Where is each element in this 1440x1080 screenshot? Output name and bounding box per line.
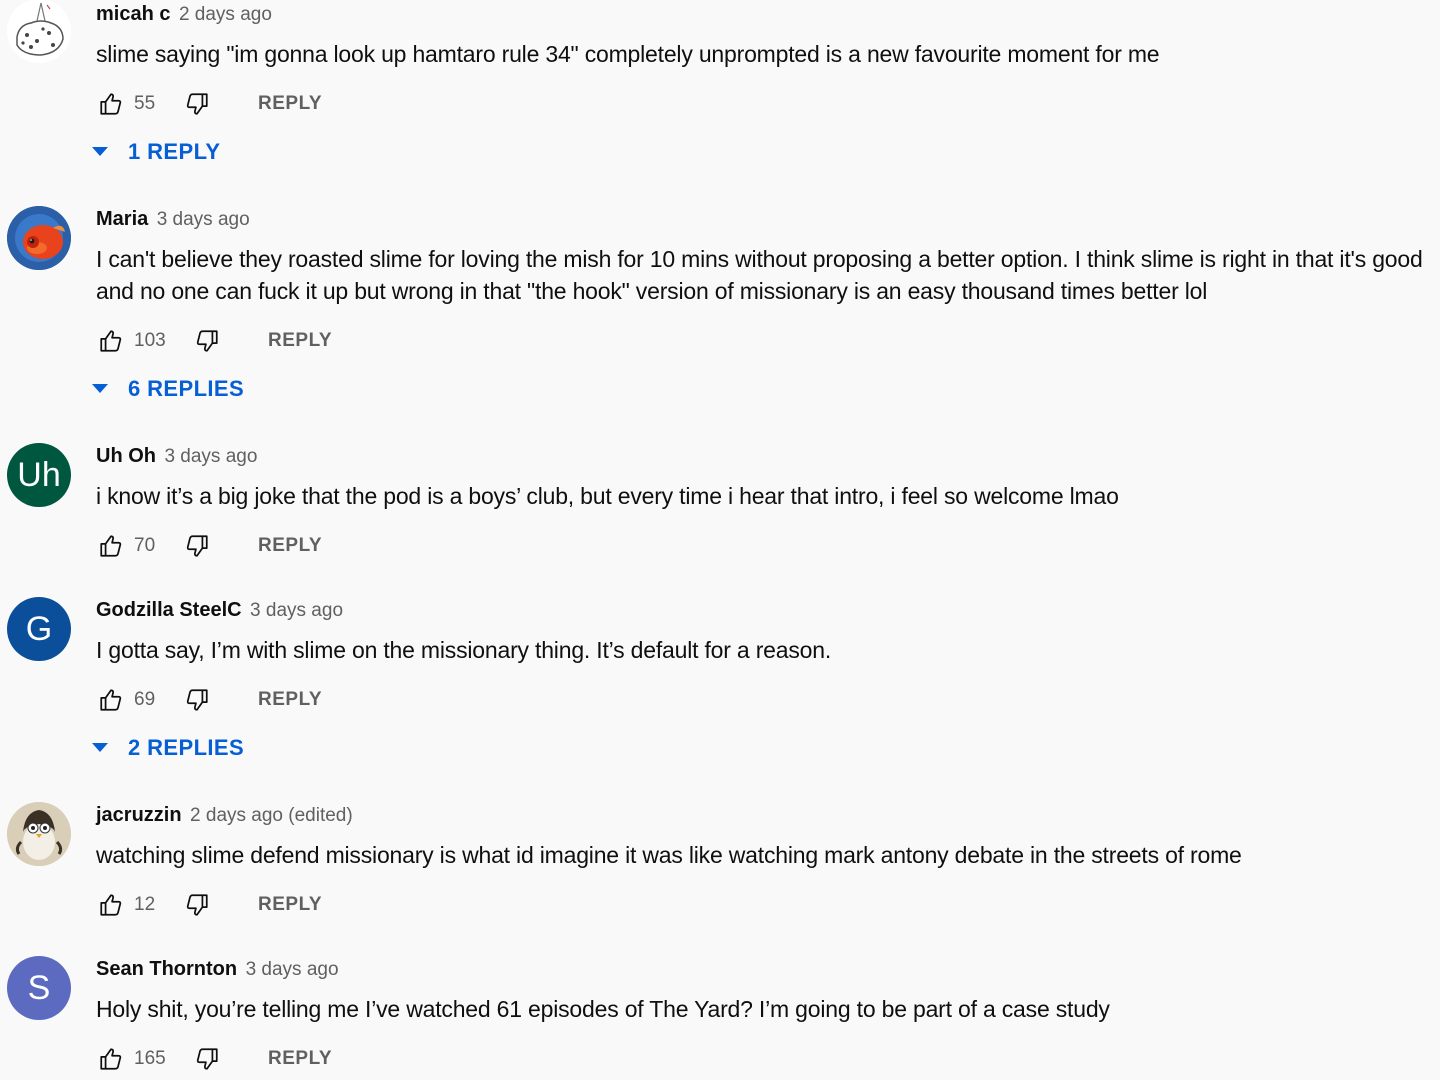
dislike-button[interactable] — [182, 89, 212, 119]
reply-button[interactable]: REPLY — [258, 894, 322, 916]
author-name[interactable]: Uh Oh — [96, 445, 156, 467]
thumbs-down-icon — [186, 535, 208, 557]
author-name[interactable]: micah c — [96, 3, 170, 25]
avatar[interactable]: S — [7, 956, 71, 1020]
view-replies-button[interactable]: 1 REPLY — [92, 134, 1436, 170]
author-name[interactable]: jacruzzin — [96, 804, 182, 826]
view-replies-button[interactable]: 2 REPLIES — [92, 730, 1436, 766]
thumbs-up-icon — [100, 330, 122, 352]
comment-header: micah c 2 days ago — [96, 1, 1436, 27]
comment-body: Maria 3 days ago I can't believe they ro… — [92, 206, 1436, 407]
comments-section: micah c 2 days ago slime saying "im gonn… — [0, 0, 1440, 1080]
timestamp[interactable]: 2 days ago (edited) — [190, 805, 353, 826]
thumbs-up-icon — [100, 535, 122, 557]
timestamp[interactable]: 3 days ago — [164, 446, 257, 467]
penguin-photo-icon — [7, 802, 71, 866]
reply-button[interactable]: REPLY — [258, 535, 322, 557]
like-count: 70 — [134, 535, 156, 556]
comment-body: Godzilla SteelC 3 days ago I gotta say, … — [92, 597, 1436, 766]
avatar[interactable] — [7, 802, 71, 866]
comment-header: jacruzzin 2 days ago (edited) — [96, 802, 1436, 828]
comment-text: I can't believe they roasted slime for l… — [96, 246, 1423, 304]
comment-text: Holy shit, you’re telling me I’ve watche… — [96, 996, 1110, 1022]
comment-header: Sean Thornton 3 days ago — [96, 956, 1436, 982]
like-button[interactable] — [96, 890, 126, 920]
timestamp[interactable]: 3 days ago — [157, 209, 250, 230]
comment-header: Godzilla SteelC 3 days ago — [96, 597, 1436, 623]
reply-button[interactable]: REPLY — [258, 93, 322, 115]
author-name[interactable]: Godzilla SteelC — [96, 599, 242, 621]
like-count: 103 — [134, 330, 166, 351]
goldfish-photo-icon — [7, 206, 71, 270]
avatar[interactable]: Uh — [7, 443, 71, 507]
reply-button[interactable]: REPLY — [268, 1048, 332, 1070]
like-button[interactable] — [96, 1044, 126, 1074]
comment-actions: 165 REPLY — [96, 1041, 1436, 1077]
caret-down-icon — [92, 743, 110, 753]
avatar[interactable]: G — [7, 597, 71, 661]
replies-count-label: 2 REPLIES — [128, 735, 245, 760]
like-button[interactable] — [96, 531, 126, 561]
avatar-initials: S — [27, 968, 51, 1007]
thumbs-up-icon — [100, 1048, 122, 1070]
caret-down-icon — [92, 147, 110, 157]
comment-body: micah c 2 days ago slime saying "im gonn… — [92, 1, 1436, 170]
timestamp[interactable]: 3 days ago — [250, 600, 343, 621]
timestamp[interactable]: 3 days ago — [246, 959, 339, 980]
replies-count-label: 1 REPLY — [128, 139, 221, 164]
thumbs-down-icon — [186, 689, 208, 711]
dislike-button[interactable] — [192, 326, 222, 356]
like-count: 55 — [134, 93, 156, 114]
comment-actions: 70 REPLY — [96, 528, 1436, 564]
like-button[interactable] — [96, 89, 126, 119]
comment-actions: 12 REPLY — [96, 887, 1436, 923]
like-button[interactable] — [96, 326, 126, 356]
dislike-button[interactable] — [192, 1044, 222, 1074]
thumbs-up-icon — [100, 93, 122, 115]
thumbs-up-icon — [100, 894, 122, 916]
cake-drawing-icon — [7, 0, 71, 63]
like-count: 69 — [134, 689, 156, 710]
reply-button[interactable]: REPLY — [258, 689, 322, 711]
avatar-initials: Uh — [17, 455, 61, 494]
timestamp[interactable]: 2 days ago — [179, 4, 272, 25]
view-replies-button[interactable]: 6 REPLIES — [92, 371, 1436, 407]
comment-body: jacruzzin 2 days ago (edited) watching s… — [96, 802, 1436, 923]
thumbs-down-icon — [186, 93, 208, 115]
comment-actions: 103 REPLY — [96, 323, 1436, 359]
thumbs-down-icon — [186, 894, 208, 916]
comment-body: Sean Thornton 3 days ago Holy shit, you’… — [96, 956, 1436, 1077]
avatar-initials: G — [25, 609, 53, 648]
thumbs-down-icon — [196, 1048, 218, 1070]
comment-header: Uh Oh 3 days ago — [96, 443, 1436, 469]
author-name[interactable]: Sean Thornton — [96, 958, 237, 980]
caret-down-icon — [92, 384, 110, 394]
comment-actions: 55 REPLY — [96, 86, 1436, 122]
comment-text: slime saying "im gonna look up hamtaro r… — [96, 41, 1160, 67]
comment-body: Uh Oh 3 days ago i know it’s a big joke … — [96, 443, 1436, 564]
author-name[interactable]: Maria — [96, 208, 148, 230]
replies-count-label: 6 REPLIES — [128, 376, 245, 401]
comment-actions: 69 REPLY — [96, 682, 1436, 718]
thumbs-down-icon — [196, 330, 218, 352]
comment-text: I gotta say, I’m with slime on the missi… — [96, 637, 832, 663]
dislike-button[interactable] — [182, 685, 212, 715]
like-count: 12 — [134, 894, 156, 915]
avatar[interactable] — [7, 0, 71, 63]
comment-header: Maria 3 days ago — [96, 206, 1436, 232]
dislike-button[interactable] — [182, 890, 212, 920]
dislike-button[interactable] — [182, 531, 212, 561]
thumbs-up-icon — [100, 689, 122, 711]
like-count: 165 — [134, 1048, 166, 1069]
avatar[interactable] — [7, 206, 71, 270]
comment-text: watching slime defend missionary is what… — [96, 842, 1242, 868]
comment-text: i know it’s a big joke that the pod is a… — [96, 483, 1119, 509]
like-button[interactable] — [96, 685, 126, 715]
reply-button[interactable]: REPLY — [268, 330, 332, 352]
